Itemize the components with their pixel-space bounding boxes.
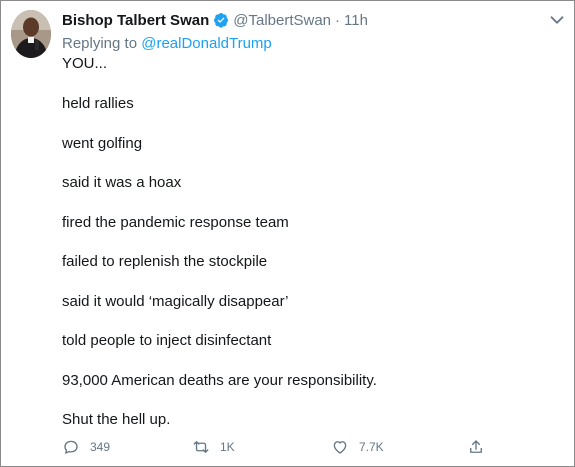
share-button[interactable] [467, 437, 495, 457]
heart-icon [333, 441, 347, 454]
tweet-line: told people to inject disinfectant [62, 332, 272, 349]
share-icon [470, 440, 482, 453]
tweet-line: said it was a hoax [62, 174, 182, 191]
tweet-line: went golfing [62, 134, 143, 152]
reply-count: 349 [90, 440, 111, 454]
avatar[interactable] [11, 10, 51, 58]
retweet-icon [193, 441, 209, 453]
separator-dot: · [335, 12, 341, 29]
tweet-header: Bishop Talbert Swan @TalbertSwan · 11h [62, 11, 368, 31]
verified-badge-icon [214, 13, 229, 28]
like-count: 7.7K [359, 440, 384, 454]
tweet-line: held rallies [62, 95, 134, 112]
retweet-button[interactable]: 1K [192, 437, 235, 457]
author-handle[interactable]: @TalbertSwan [233, 12, 331, 29]
tweet-line: fired the pandemic response team [62, 213, 289, 231]
reply-button[interactable]: 349 [62, 437, 110, 457]
tweet-line: Shut the hell up. [62, 411, 171, 428]
chevron-down-icon[interactable] [546, 9, 568, 31]
replying-to-label: Replying to [62, 35, 138, 52]
like-button[interactable]: 7.7K [331, 437, 384, 457]
replying-to: Replying to @realDonaldTrump [62, 34, 272, 54]
tweet-timestamp[interactable]: 11h [344, 12, 368, 29]
tweet-actions: 349 1K 7.7K [62, 437, 492, 457]
tweet-line: said it would ‘magically disappear’ [62, 292, 289, 310]
comment-icon [64, 440, 78, 454]
replying-to-link[interactable]: @realDonaldTrump [141, 35, 272, 52]
tweet-card: Bishop Talbert Swan @TalbertSwan · 11h Repl… [0, 0, 575, 467]
retweet-count: 1K [220, 440, 235, 454]
author-name[interactable]: Bishop Talbert Swan [62, 12, 209, 29]
tweet-text: YOU... held rallies went golfing said it… [62, 54, 562, 450]
tweet-line: failed to replenish the stockpile [62, 253, 268, 270]
tweet-line: 93,000 American deaths are your responsi… [62, 371, 377, 389]
tweet-line: YOU... [62, 55, 108, 72]
